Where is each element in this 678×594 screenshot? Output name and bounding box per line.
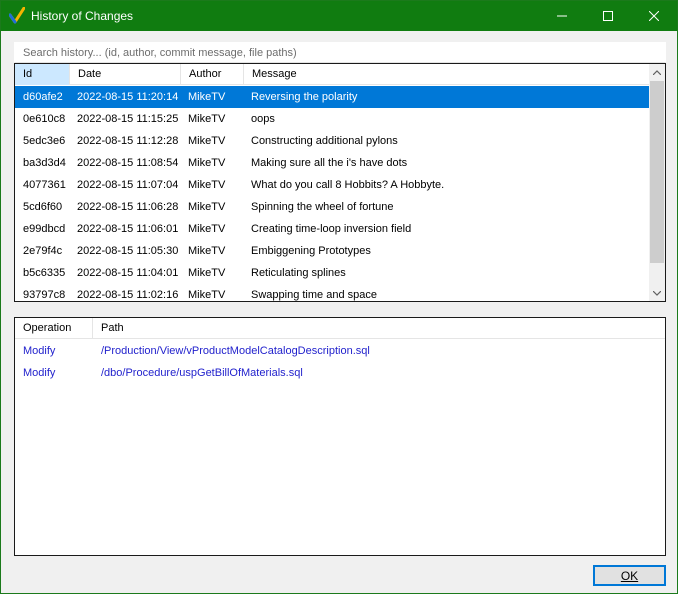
cell-date: 2022-08-15 11:06:28 (77, 201, 179, 213)
operations-grid: Operation Path Modify/Production/View/vP… (14, 317, 666, 556)
cell-date: 2022-08-15 11:20:14 (77, 91, 179, 103)
maximize-button[interactable] (585, 1, 631, 31)
cell-id: 5cd6f60 (23, 201, 63, 213)
cell-author: MikeTV (188, 201, 226, 213)
cell-author: MikeTV (188, 223, 226, 235)
search-input[interactable]: Search history... (id, author, commit me… (14, 42, 666, 63)
cell-date: 2022-08-15 11:06:01 (77, 223, 179, 235)
title-bar[interactable]: History of Changes (1, 1, 677, 31)
cell-operation: Modify (23, 345, 56, 357)
history-row[interactable]: e99dbcd 2022-08-15 11:06:01 MikeTV Creating… (15, 218, 649, 240)
cell-id: ba3d3d4 (23, 157, 66, 169)
cell-id: 5edc3e6 (23, 135, 66, 147)
history-row[interactable]: ba3d3d4 2022-08-15 11:08:54 MikeTV Making s… (15, 152, 649, 174)
cell-date: 2022-08-15 11:05:30 (77, 245, 179, 257)
cell-path: /dbo/Procedure/uspGetBillOfMaterials.sql (101, 367, 303, 379)
column-header-path[interactable]: Path (93, 318, 665, 339)
history-row[interactable]: b5c6335 2022-08-15 11:04:01 MikeTV Reticula… (15, 262, 649, 284)
checkmark-logo-icon (9, 7, 25, 24)
cell-date: 2022-08-15 11:02:16 (77, 289, 179, 301)
cell-message: Making sure all the i's have dots (251, 157, 408, 169)
scroll-up-button[interactable] (649, 64, 665, 80)
history-row[interactable]: 4077361 2022-08-15 11:07:04 MikeTV What do … (15, 174, 649, 196)
cell-message: oops (251, 113, 275, 125)
cell-id: 93797c8 (23, 289, 66, 301)
cell-message: Reversing the polarity (251, 91, 358, 103)
cell-id: 0e610c8 (23, 113, 66, 125)
cell-id: e99dbcd (23, 223, 66, 235)
history-grid: Id Date Author Message d60afe2 2022-08-15… (14, 63, 666, 302)
cell-author: MikeTV (188, 245, 226, 257)
maximize-icon (603, 11, 613, 21)
cell-message: Reticulating splines (251, 267, 346, 279)
cell-author: MikeTV (188, 267, 226, 279)
cell-date: 2022-08-15 11:04:01 (77, 267, 179, 279)
window-title: History of Changes (31, 9, 134, 23)
scroll-down-button[interactable] (649, 285, 665, 301)
history-row[interactable]: 93797c8 2022-08-15 11:02:16 MikeTV Swapping… (15, 284, 649, 301)
cell-message: Spinning the wheel of fortune (251, 201, 394, 213)
history-row[interactable]: d60afe2 2022-08-15 11:20:14 MikeTV Reversin… (15, 86, 649, 108)
vertical-scrollbar[interactable] (649, 64, 665, 301)
cell-author: MikeTV (188, 135, 226, 147)
history-window: History of Changes Search history... (id… (0, 0, 678, 594)
operations-grid-header: Operation Path (15, 318, 665, 339)
cell-message: Constructing additional pylons (251, 135, 398, 147)
cell-date: 2022-08-15 11:12:28 (77, 135, 179, 147)
cell-author: MikeTV (188, 179, 226, 191)
cell-path: /Production/View/vProductModelCatalogDes… (101, 345, 370, 357)
cell-message: Creating time-loop inversion field (251, 223, 412, 235)
cell-date: 2022-08-15 11:08:54 (77, 157, 179, 169)
history-row[interactable]: 5cd6f60 2022-08-15 11:06:28 MikeTV Spinning… (15, 196, 649, 218)
history-row[interactable]: 2e79f4c 2022-08-15 11:05:30 MikeTV Embiggen… (15, 240, 649, 262)
cell-id: b5c6335 (23, 267, 66, 279)
cell-id: 2e79f4c (23, 245, 63, 257)
column-header-id[interactable]: Id (15, 64, 70, 85)
column-header-date[interactable]: Date (70, 64, 181, 85)
cell-author: MikeTV (188, 289, 226, 301)
close-icon (649, 11, 659, 21)
minimize-icon (557, 15, 567, 17)
history-row[interactable]: 5edc3e6 2022-08-15 11:12:28 MikeTV Construc… (15, 130, 649, 152)
cell-author: MikeTV (188, 113, 226, 125)
ok-button[interactable]: OK (593, 565, 666, 586)
cell-operation: Modify (23, 367, 56, 379)
history-row[interactable]: 0e610c8 2022-08-15 11:15:25 MikeTV oops (15, 108, 649, 130)
operation-row[interactable]: Modify/Production/View/vProductModelCata… (15, 340, 665, 362)
minimize-button[interactable] (539, 1, 585, 31)
scrollbar-thumb[interactable] (650, 81, 664, 263)
chevron-up-icon (653, 69, 661, 75)
cell-author: MikeTV (188, 157, 226, 169)
operation-row[interactable]: Modify/dbo/Procedure/uspGetBillOfMateria… (15, 362, 665, 384)
cell-id: 4077361 (23, 179, 66, 191)
column-header-message[interactable]: Message (244, 64, 649, 85)
close-button[interactable] (631, 1, 677, 31)
cell-message: What do you call 8 Hobbits? A Hobbyte. (251, 179, 445, 191)
history-grid-header: Id Date Author Message (15, 64, 649, 85)
cell-date: 2022-08-15 11:15:25 (77, 113, 179, 125)
cell-message: Embiggening Prototypes (251, 245, 371, 257)
cell-message: Swapping time and space (251, 289, 377, 301)
cell-id: d60afe2 (23, 91, 63, 103)
cell-date: 2022-08-15 11:07:04 (77, 179, 179, 191)
cell-author: MikeTV (188, 91, 226, 103)
chevron-down-icon (653, 290, 661, 296)
column-header-author[interactable]: Author (181, 64, 244, 85)
ok-button-label: OK (620, 568, 639, 583)
column-header-operation[interactable]: Operation (15, 318, 93, 339)
